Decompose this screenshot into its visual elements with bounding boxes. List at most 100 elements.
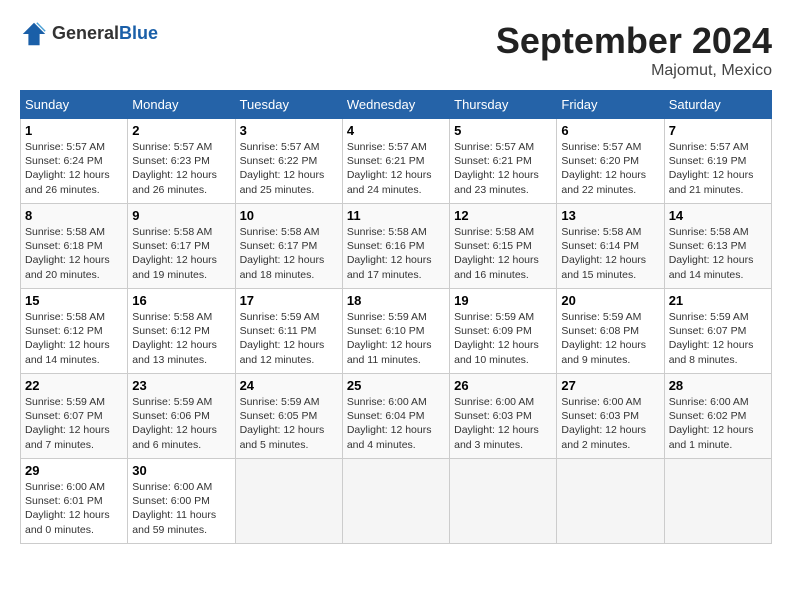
day-info: Sunrise: 5:57 AM Sunset: 6:22 PM Dayligh…	[240, 140, 338, 197]
logo-icon	[20, 20, 48, 48]
day-number: 23	[132, 378, 230, 393]
day-info: Sunrise: 5:59 AM Sunset: 6:06 PM Dayligh…	[132, 395, 230, 452]
weekday-header: Wednesday	[342, 91, 449, 119]
calendar-cell: 30Sunrise: 6:00 AM Sunset: 6:00 PM Dayli…	[128, 459, 235, 544]
calendar-cell: 21 Sunrise: 5:59 AM Sunset: 6:07 PM Dayli…	[664, 289, 771, 374]
calendar-cell: 27Sunrise: 6:00 AM Sunset: 6:03 PM Dayli…	[557, 374, 664, 459]
day-info: Sunrise: 5:58 AM Sunset: 6:16 PM Dayligh…	[347, 225, 445, 282]
calendar-cell: 7 Sunrise: 5:57 AM Sunset: 6:19 PM Daylig…	[664, 119, 771, 204]
day-number: 8	[25, 208, 123, 223]
page-header: General Blue September 2024 Majomut, Mex…	[20, 20, 772, 80]
calendar-week-row: 29 Sunrise: 6:00 AM Sunset: 6:01 PM Dayli…	[21, 459, 772, 544]
calendar-cell	[450, 459, 557, 544]
day-number: 17	[240, 293, 338, 308]
day-info: Sunrise: 5:58 AM Sunset: 6:18 PM Dayligh…	[25, 225, 123, 282]
calendar-cell: 5Sunrise: 5:57 AM Sunset: 6:21 PM Daylig…	[450, 119, 557, 204]
calendar-cell	[664, 459, 771, 544]
day-number: 24	[240, 378, 338, 393]
month-title: September 2024	[496, 20, 772, 62]
day-info: Sunrise: 5:57 AM Sunset: 6:20 PM Dayligh…	[561, 140, 659, 197]
day-number: 15	[25, 293, 123, 308]
day-info: Sunrise: 5:58 AM Sunset: 6:17 PM Dayligh…	[240, 225, 338, 282]
day-info: Sunrise: 5:59 AM Sunset: 6:05 PM Dayligh…	[240, 395, 338, 452]
day-info: Sunrise: 5:57 AM Sunset: 6:24 PM Dayligh…	[25, 140, 123, 197]
day-number: 14	[669, 208, 767, 223]
day-info: Sunrise: 5:58 AM Sunset: 6:14 PM Dayligh…	[561, 225, 659, 282]
weekday-header: Friday	[557, 91, 664, 119]
calendar-cell: 10Sunrise: 5:58 AM Sunset: 6:17 PM Dayli…	[235, 204, 342, 289]
logo-general-text: General	[52, 24, 119, 44]
title-block: September 2024 Majomut, Mexico	[496, 20, 772, 80]
day-info: Sunrise: 5:57 AM Sunset: 6:19 PM Dayligh…	[669, 140, 767, 197]
day-number: 6	[561, 123, 659, 138]
calendar-cell	[342, 459, 449, 544]
calendar-cell: 24 Sunrise: 5:59 AM Sunset: 6:05 PM Dayli…	[235, 374, 342, 459]
day-info: Sunrise: 5:59 AM Sunset: 6:07 PM Dayligh…	[669, 310, 767, 367]
calendar-cell: 1 Sunrise: 5:57 AM Sunset: 6:24 PM Daylig…	[21, 119, 128, 204]
calendar-cell: 11 Sunrise: 5:58 AM Sunset: 6:16 PM Dayli…	[342, 204, 449, 289]
day-number: 11	[347, 208, 445, 223]
day-info: Sunrise: 6:00 AM Sunset: 6:04 PM Dayligh…	[347, 395, 445, 452]
calendar-cell: 20 Sunrise: 5:59 AM Sunset: 6:08 PM Dayli…	[557, 289, 664, 374]
calendar-table: SundayMondayTuesdayWednesdayThursdayFrid…	[20, 90, 772, 544]
calendar-cell: 25 Sunrise: 6:00 AM Sunset: 6:04 PM Dayli…	[342, 374, 449, 459]
day-info: Sunrise: 5:58 AM Sunset: 6:17 PM Dayligh…	[132, 225, 230, 282]
calendar-cell: 23 Sunrise: 5:59 AM Sunset: 6:06 PM Dayli…	[128, 374, 235, 459]
calendar-cell: 15 Sunrise: 5:58 AM Sunset: 6:12 PM Dayli…	[21, 289, 128, 374]
day-number: 9	[132, 208, 230, 223]
day-info: Sunrise: 5:58 AM Sunset: 6:15 PM Dayligh…	[454, 225, 552, 282]
day-info: Sunrise: 5:59 AM Sunset: 6:09 PM Dayligh…	[454, 310, 552, 367]
calendar-week-row: 15 Sunrise: 5:58 AM Sunset: 6:12 PM Dayli…	[21, 289, 772, 374]
day-info: Sunrise: 5:59 AM Sunset: 6:07 PM Dayligh…	[25, 395, 123, 452]
calendar-cell: 22 Sunrise: 5:59 AM Sunset: 6:07 PM Dayli…	[21, 374, 128, 459]
day-info: Sunrise: 5:57 AM Sunset: 6:23 PM Dayligh…	[132, 140, 230, 197]
day-info: Sunrise: 6:00 AM Sunset: 6:01 PM Dayligh…	[25, 480, 123, 537]
day-number: 12	[454, 208, 552, 223]
weekday-header: Monday	[128, 91, 235, 119]
day-number: 4	[347, 123, 445, 138]
weekday-header: Saturday	[664, 91, 771, 119]
day-number: 13	[561, 208, 659, 223]
day-info: Sunrise: 6:00 AM Sunset: 6:03 PM Dayligh…	[561, 395, 659, 452]
weekday-header: Tuesday	[235, 91, 342, 119]
calendar-cell: 26Sunrise: 6:00 AM Sunset: 6:03 PM Dayli…	[450, 374, 557, 459]
calendar-week-row: 1 Sunrise: 5:57 AM Sunset: 6:24 PM Daylig…	[21, 119, 772, 204]
weekday-header: Sunday	[21, 91, 128, 119]
day-number: 16	[132, 293, 230, 308]
day-number: 1	[25, 123, 123, 138]
day-number: 26	[454, 378, 552, 393]
calendar-cell: 6 Sunrise: 5:57 AM Sunset: 6:20 PM Daylig…	[557, 119, 664, 204]
calendar-week-row: 22 Sunrise: 5:59 AM Sunset: 6:07 PM Dayli…	[21, 374, 772, 459]
day-info: Sunrise: 5:59 AM Sunset: 6:10 PM Dayligh…	[347, 310, 445, 367]
day-number: 29	[25, 463, 123, 478]
weekday-header: Thursday	[450, 91, 557, 119]
day-number: 20	[561, 293, 659, 308]
calendar-cell: 9 Sunrise: 5:58 AM Sunset: 6:17 PM Daylig…	[128, 204, 235, 289]
day-number: 7	[669, 123, 767, 138]
calendar-cell: 17 Sunrise: 5:59 AM Sunset: 6:11 PM Dayli…	[235, 289, 342, 374]
calendar-cell: 8 Sunrise: 5:58 AM Sunset: 6:18 PM Daylig…	[21, 204, 128, 289]
day-number: 3	[240, 123, 338, 138]
calendar-week-row: 8 Sunrise: 5:58 AM Sunset: 6:18 PM Daylig…	[21, 204, 772, 289]
calendar-cell: 2Sunrise: 5:57 AM Sunset: 6:23 PM Daylig…	[128, 119, 235, 204]
day-info: Sunrise: 5:59 AM Sunset: 6:08 PM Dayligh…	[561, 310, 659, 367]
day-number: 25	[347, 378, 445, 393]
day-info: Sunrise: 5:57 AM Sunset: 6:21 PM Dayligh…	[347, 140, 445, 197]
logo: General Blue	[20, 20, 158, 48]
day-number: 22	[25, 378, 123, 393]
day-info: Sunrise: 5:57 AM Sunset: 6:21 PM Dayligh…	[454, 140, 552, 197]
day-number: 30	[132, 463, 230, 478]
calendar-cell: 12 Sunrise: 5:58 AM Sunset: 6:15 PM Dayli…	[450, 204, 557, 289]
day-info: Sunrise: 5:59 AM Sunset: 6:11 PM Dayligh…	[240, 310, 338, 367]
calendar-cell	[235, 459, 342, 544]
day-number: 19	[454, 293, 552, 308]
day-info: Sunrise: 6:00 AM Sunset: 6:02 PM Dayligh…	[669, 395, 767, 452]
location: Majomut, Mexico	[496, 62, 772, 80]
day-number: 21	[669, 293, 767, 308]
calendar-cell: 14Sunrise: 5:58 AM Sunset: 6:13 PM Dayli…	[664, 204, 771, 289]
calendar-cell	[557, 459, 664, 544]
day-info: Sunrise: 5:58 AM Sunset: 6:12 PM Dayligh…	[25, 310, 123, 367]
weekday-header-row: SundayMondayTuesdayWednesdayThursdayFrid…	[21, 91, 772, 119]
calendar-cell: 28Sunrise: 6:00 AM Sunset: 6:02 PM Dayli…	[664, 374, 771, 459]
calendar-cell: 18Sunrise: 5:59 AM Sunset: 6:10 PM Dayli…	[342, 289, 449, 374]
